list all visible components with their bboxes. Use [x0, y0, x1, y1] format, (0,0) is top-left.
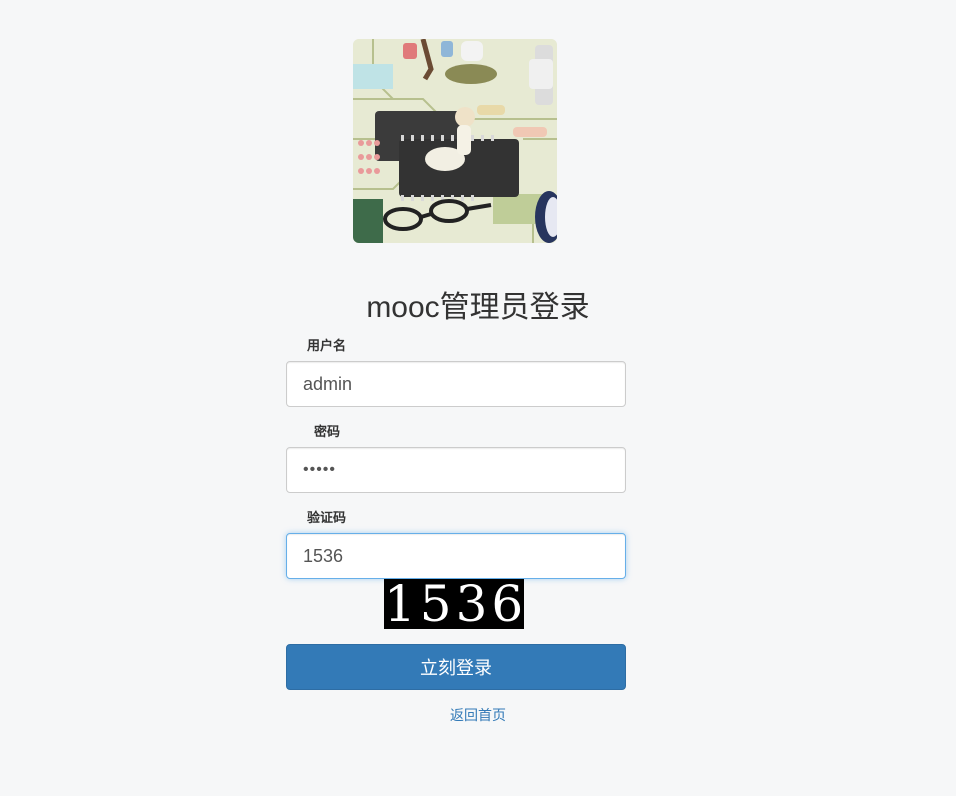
home-link-container: 返回首页: [0, 706, 956, 724]
back-to-home-link[interactable]: 返回首页: [450, 707, 506, 723]
username-label: 用户名: [307, 338, 347, 353]
captcha-input[interactable]: [286, 533, 626, 579]
login-button[interactable]: 立刻登录: [286, 644, 626, 690]
page-title: mooc管理员登录: [366, 291, 590, 324]
password-label: 密码: [314, 424, 341, 439]
captcha-image[interactable]: 1536: [384, 579, 524, 629]
captcha-label: 验证码: [307, 510, 347, 525]
login-page: mooc管理员登录 用户名 密码 验证码 1536 立刻登录 返回首页: [0, 0, 956, 796]
logo-image: [353, 39, 557, 243]
password-input[interactable]: [286, 447, 626, 493]
username-input[interactable]: [286, 361, 626, 407]
